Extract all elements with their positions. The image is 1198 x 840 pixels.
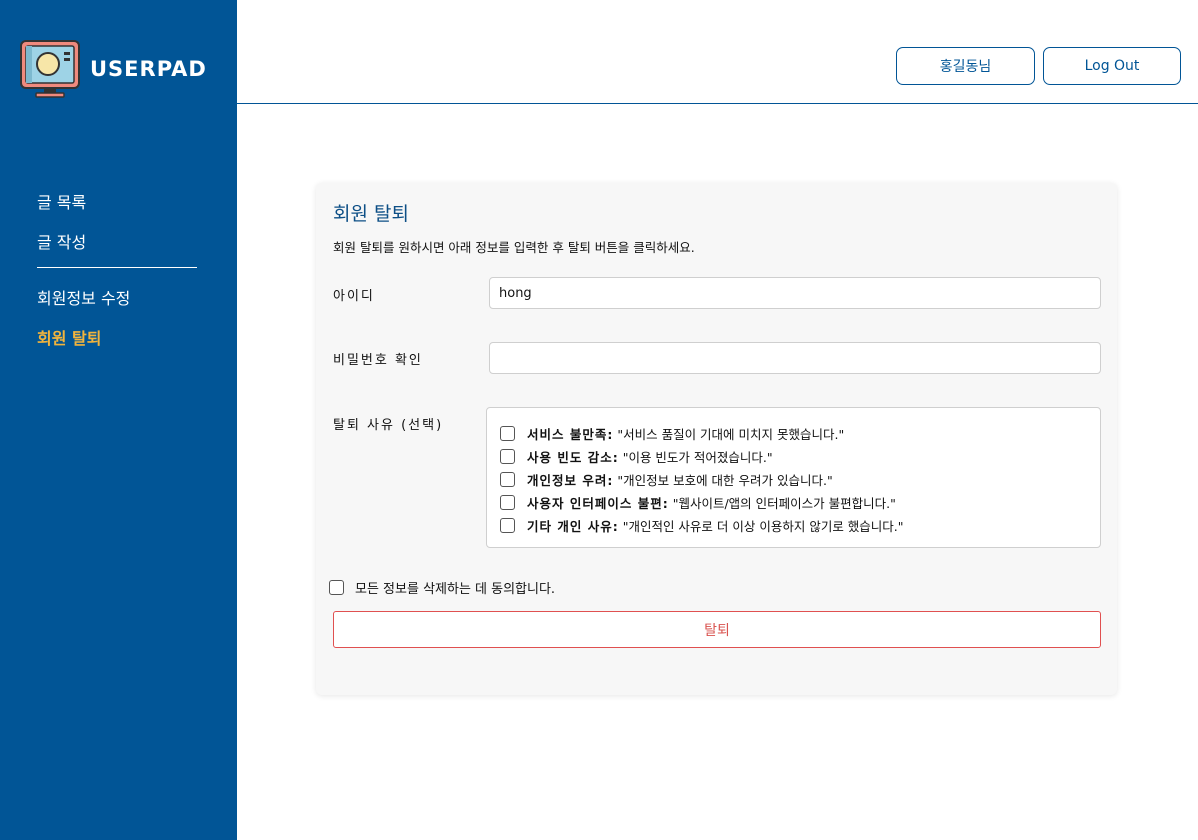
reason-title: 사용 빈도 감소:	[527, 450, 619, 465]
reason-item[interactable]: 사용자 인터페이스 불편: "웹사이트/앱의 인터페이스가 불편합니다."	[487, 491, 1100, 514]
sidebar-divider	[37, 267, 197, 268]
reason-box: 서비스 불만족: "서비스 품질이 기대에 미치지 못했습니다." 사용 빈도 …	[486, 407, 1101, 548]
sidebar-item-write-post[interactable]: 글 작성	[37, 230, 197, 270]
sidebar-item-edit-profile[interactable]: 회원정보 수정	[37, 286, 197, 326]
sidebar-item-withdraw[interactable]: 회원 탈퇴	[37, 326, 197, 366]
reason-checkbox[interactable]	[500, 472, 515, 487]
reason-text: "웹사이트/앱의 인터페이스가 불편합니다."	[672, 496, 896, 511]
agree-checkbox[interactable]	[329, 580, 344, 595]
reason-title: 개인정보 우려:	[527, 473, 614, 488]
withdraw-button[interactable]: 탈퇴	[333, 611, 1101, 648]
reason-item[interactable]: 기타 개인 사유: "개인적인 사유로 더 이상 이용하지 않기로 했습니다."	[487, 514, 1100, 537]
page-title: 회원 탈퇴	[333, 203, 409, 225]
form-description: 회원 탈퇴를 원하시면 아래 정보를 입력한 후 탈퇴 버튼을 클릭하세요.	[333, 240, 695, 255]
reason-checkbox[interactable]	[500, 495, 515, 510]
reason-item[interactable]: 개인정보 우려: "개인정보 보호에 대한 우려가 있습니다."	[487, 468, 1100, 491]
top-header: 홍길동님 Log Out	[237, 0, 1198, 104]
logout-button[interactable]: Log Out	[1043, 47, 1181, 85]
reason-item[interactable]: 서비스 불만족: "서비스 품질이 기대에 미치지 못했습니다."	[487, 422, 1100, 445]
reason-text: "이용 빈도가 적어졌습니다."	[622, 450, 773, 465]
password-input[interactable]	[489, 342, 1101, 374]
reason-checkbox[interactable]	[500, 426, 515, 441]
reason-title: 사용자 인터페이스 불편:	[527, 496, 669, 511]
id-label: 아이디	[333, 289, 375, 304]
brand-name: USERPAD	[90, 57, 207, 81]
user-button[interactable]: 홍길동님	[896, 47, 1035, 85]
password-label: 비밀번호 확인	[333, 353, 423, 368]
reason-checkbox[interactable]	[500, 449, 515, 464]
reason-text: "서비스 품질이 기대에 미치지 못했습니다."	[617, 427, 845, 442]
id-input[interactable]	[489, 277, 1101, 309]
sidebar-nav: 글 목록 글 작성 회원정보 수정 회원 탈퇴	[37, 190, 197, 366]
sidebar-item-post-list[interactable]: 글 목록	[37, 190, 197, 230]
withdraw-form-card: 회원 탈퇴 회원 탈퇴를 원하시면 아래 정보를 입력한 후 탈퇴 버튼을 클릭…	[316, 183, 1117, 695]
reason-text: "개인적인 사유로 더 이상 이용하지 않기로 했습니다."	[622, 519, 904, 534]
reason-title: 기타 개인 사유:	[527, 519, 619, 534]
reason-checkbox[interactable]	[500, 518, 515, 533]
reason-text: "개인정보 보호에 대한 우려가 있습니다."	[617, 473, 833, 488]
sidebar: USERPAD 글 목록 글 작성 회원정보 수정 회원 탈퇴	[0, 0, 237, 840]
agree-label: 모든 정보를 삭제하는 데 동의합니다.	[355, 582, 556, 597]
brand-logo[interactable]: USERPAD	[20, 40, 207, 98]
reason-label: 탈퇴 사유 (선택)	[333, 418, 444, 433]
agree-row[interactable]: 모든 정보를 삭제하는 데 동의합니다.	[329, 578, 555, 597]
reason-item[interactable]: 사용 빈도 감소: "이용 빈도가 적어졌습니다."	[487, 445, 1100, 468]
monitor-logo-icon	[20, 40, 80, 98]
reason-title: 서비스 불만족:	[527, 427, 614, 442]
